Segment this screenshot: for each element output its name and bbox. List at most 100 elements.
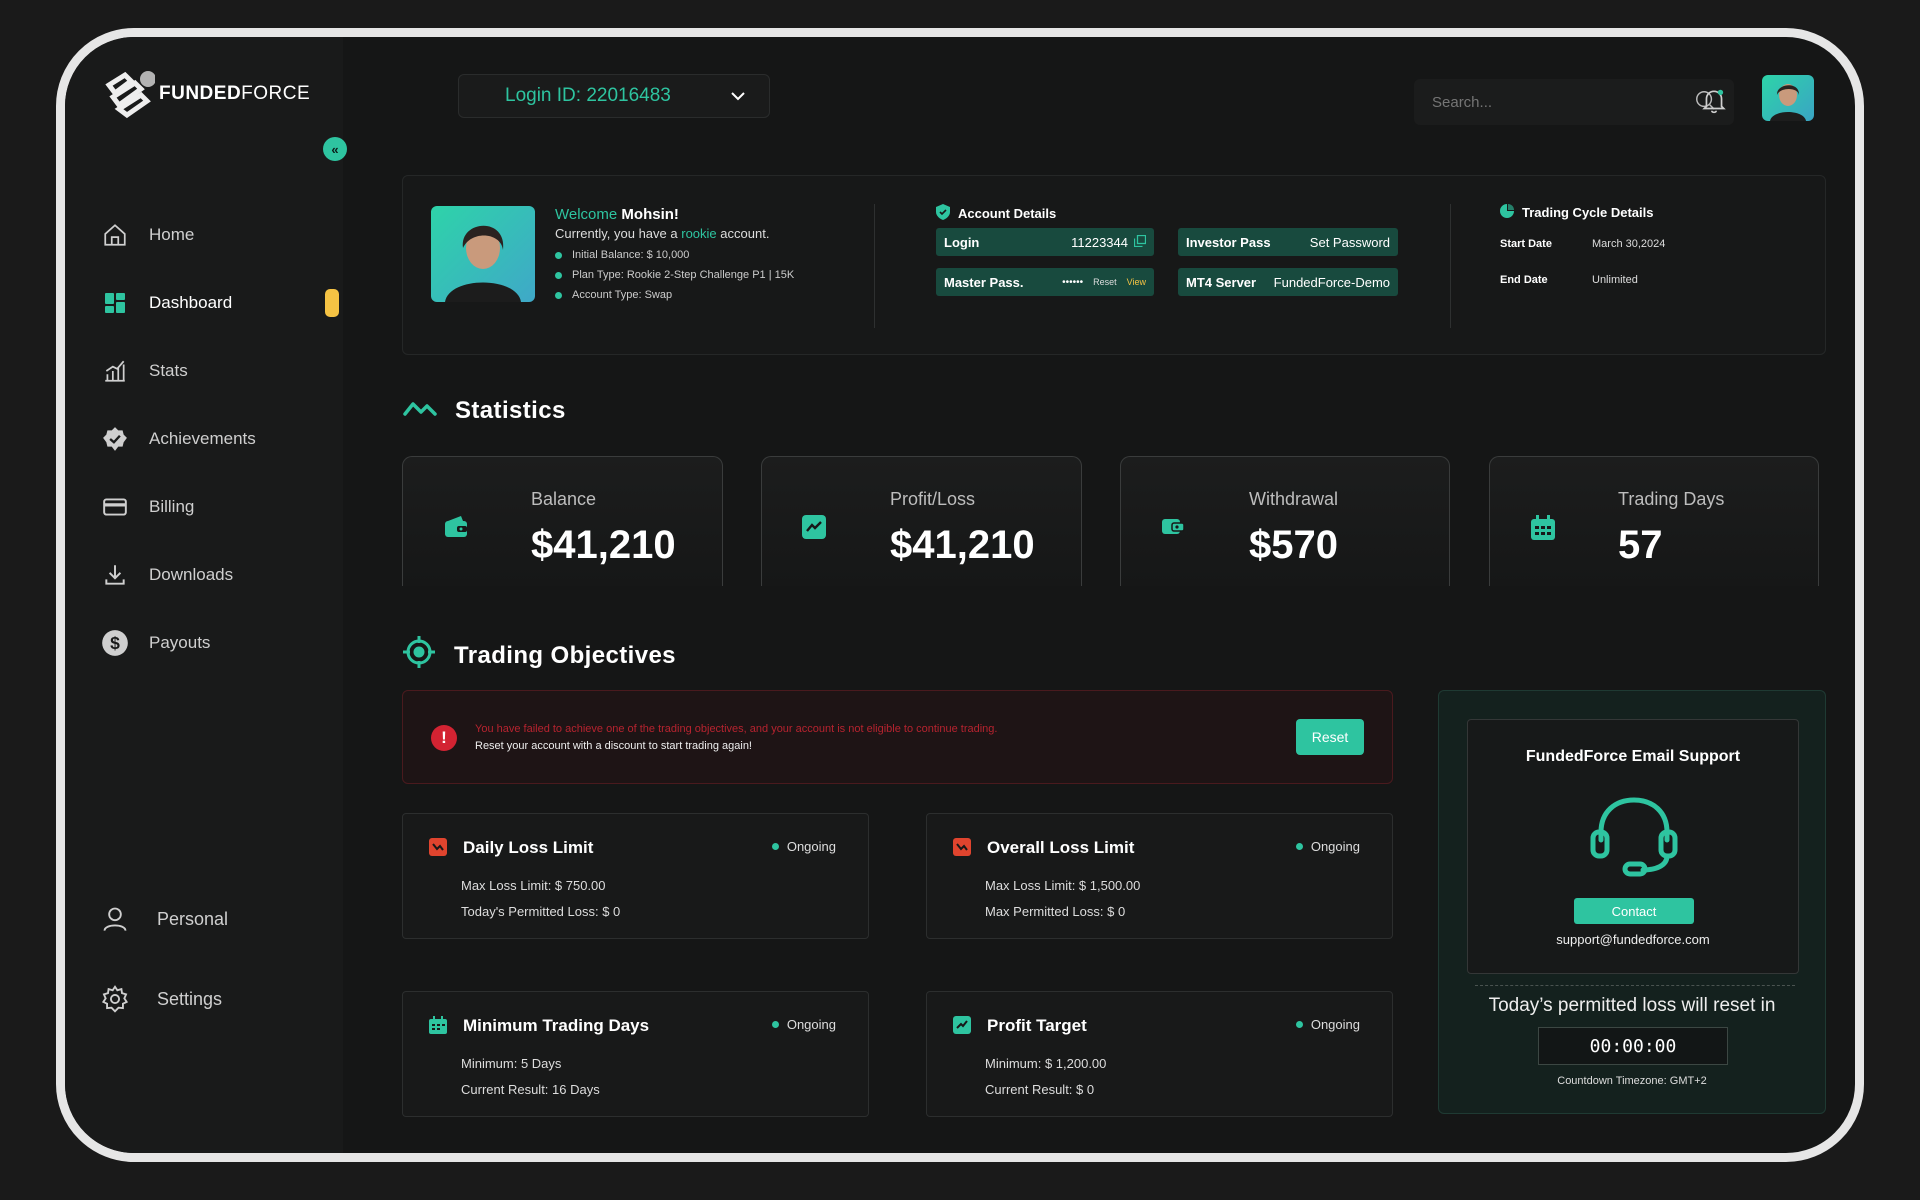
sidebar-item-payouts[interactable]: $ Payouts (101, 609, 341, 677)
objective-detail: Minimum: 5 Days (461, 1056, 562, 1071)
investor-pass-field: Investor Pass Set Password (1178, 228, 1398, 256)
end-date-row: End Date Unlimited (1500, 274, 1638, 286)
copy-icon[interactable] (1133, 234, 1147, 250)
master-pass-field: Master Pass. •••••• Reset View (936, 268, 1154, 296)
objective-title: Daily Loss Limit (463, 838, 594, 857)
alert-submessage: Reset your account with a discount to st… (475, 740, 752, 752)
logo-text: FUNDEDFORCE (159, 83, 311, 104)
trading-objectives-title: Trading Objectives (402, 635, 676, 676)
reset-account-button[interactable]: Reset (1296, 719, 1364, 755)
sidebar-item-home[interactable]: Home (101, 201, 341, 269)
sidebar-item-achievements[interactable]: Achievements (101, 405, 341, 473)
objective-detail: Today's Permitted Loss: $ 0 (461, 904, 621, 919)
trend-icon (953, 1016, 971, 1039)
dashboard-icon (101, 289, 129, 317)
objective-detail: Minimum: $ 1,200.00 (985, 1056, 1107, 1071)
support-panel: FundedForce Email Support Contact suppor… (1438, 690, 1826, 1114)
error-icon: ! (431, 725, 457, 751)
sidebar-item-label: Personal (157, 908, 229, 929)
objective-daily-loss-limit: Daily Loss Limit Ongoing Max Loss Limit:… (402, 813, 869, 939)
sidebar-item-billing[interactable]: Billing (101, 473, 341, 541)
home-icon (101, 221, 129, 249)
bullet-icon (555, 291, 562, 299)
objective-profit-target: Profit Target Ongoing Minimum: $ 1,200.0… (926, 991, 1393, 1117)
user-icon (101, 905, 129, 933)
divider (874, 204, 875, 328)
headset-icon (1589, 794, 1679, 885)
login-id-select[interactable]: Login ID: 22016483 (458, 74, 770, 118)
sidebar-item-settings[interactable]: Settings (101, 959, 341, 1039)
search-input[interactable] (1432, 93, 1672, 111)
objective-title: Overall Loss Limit (987, 838, 1135, 857)
sidebar-item-personal[interactable]: Personal (101, 879, 341, 959)
status-badge: Ongoing (1295, 839, 1360, 854)
download-icon (101, 561, 129, 589)
stat-label: Profit/Loss (890, 489, 976, 509)
objective-detail: Max Permitted Loss: $ 0 (985, 904, 1126, 919)
objective-minimum-trading-days: Minimum Trading Days Ongoing Minimum: 5 … (402, 991, 869, 1117)
stat-card-balance: Balance $41,210 (402, 456, 723, 586)
status-badge: Ongoing (771, 1017, 836, 1032)
calendar-icon (429, 1016, 447, 1039)
status-badge: Ongoing (1295, 1017, 1360, 1032)
objective-detail: Max Loss Limit: $ 750.00 (461, 878, 606, 893)
support-email[interactable]: support@fundedforce.com (1468, 932, 1798, 947)
countdown-timezone: Countdown Timezone: GMT+2 (1557, 1075, 1707, 1087)
start-date-row: Start Date March 30,2024 (1500, 238, 1666, 250)
account-overview-panel: Welcome Mohsin! Currently, you have a ro… (402, 175, 1826, 355)
alert-message: You have failed to achieve one of the tr… (475, 723, 998, 735)
card-icon (101, 493, 129, 521)
calendar-icon (1530, 515, 1556, 546)
dollar-icon: $ (101, 629, 129, 657)
sidebar-item-label: Dashboard (149, 293, 233, 312)
collapse-sidebar-button[interactable]: « (323, 137, 347, 161)
bullet-icon (555, 271, 562, 279)
sidebar: FUNDEDFORCE « Home Dashboard Stats Achie… (65, 37, 347, 1153)
stat-card-trading-days: Trading Days 57 (1489, 456, 1819, 586)
stat-label: Balance (531, 489, 597, 509)
withdraw-wallet-icon (1161, 515, 1185, 542)
divider (1450, 204, 1451, 328)
app-window: FUNDEDFORCE « Home Dashboard Stats Achie… (56, 28, 1864, 1162)
target-icon (402, 635, 436, 676)
list-item: Initial Balance: $ 10,000 (555, 249, 794, 261)
trading-cycle-title: Trading Cycle Details (1500, 204, 1654, 221)
master-pass-value: •••••• (1062, 276, 1084, 288)
status-badge: Ongoing (771, 839, 836, 854)
list-item: Plan Type: Rookie 2-Step Challenge P1 | … (555, 269, 794, 281)
set-password-link[interactable]: Set Password (1310, 235, 1390, 250)
achievement-badge-icon (101, 425, 129, 453)
welcome-subtitle: Currently, you have a rookie account. (555, 226, 770, 241)
stat-value: 57 (1618, 523, 1663, 567)
sidebar-item-stats[interactable]: Stats (101, 337, 341, 405)
contact-button[interactable]: Contact (1574, 898, 1694, 924)
sidebar-item-label: Billing (149, 497, 195, 516)
sidebar-item-label: Home (149, 225, 195, 244)
stat-value: $570 (1249, 523, 1338, 567)
sidebar-item-label: Settings (157, 988, 223, 1009)
login-field: Login 11223344 (936, 228, 1154, 256)
active-indicator (325, 289, 339, 317)
search-bar (1414, 79, 1734, 125)
bullet-icon (555, 251, 562, 259)
list-item: Account Type: Swap (555, 289, 794, 301)
loss-reset-text: Today’s permitted loss will reset in (1488, 995, 1776, 1016)
gear-icon (101, 985, 129, 1013)
divider (1475, 985, 1795, 986)
objective-detail: Current Result: $ 0 (985, 1082, 1095, 1097)
trend-icon (802, 515, 826, 544)
notification-bell-icon[interactable] (1701, 87, 1727, 120)
chevron-down-icon (731, 85, 745, 107)
stat-value: $41,210 (531, 523, 676, 567)
stats-icon (101, 357, 129, 385)
sidebar-item-dashboard[interactable]: Dashboard (101, 269, 341, 337)
avatar[interactable] (1762, 75, 1814, 121)
master-view-link[interactable]: View (1127, 277, 1146, 287)
sidebar-bottom-nav: Personal Settings (101, 879, 341, 1039)
loss-chart-icon (429, 838, 447, 861)
account-summary-list: Initial Balance: $ 10,000 Plan Type: Roo… (555, 249, 794, 301)
pie-chart-icon (1500, 204, 1514, 221)
logo[interactable]: FUNDEDFORCE (101, 67, 310, 121)
master-reset-link[interactable]: Reset (1093, 277, 1117, 287)
sidebar-item-downloads[interactable]: Downloads (101, 541, 341, 609)
